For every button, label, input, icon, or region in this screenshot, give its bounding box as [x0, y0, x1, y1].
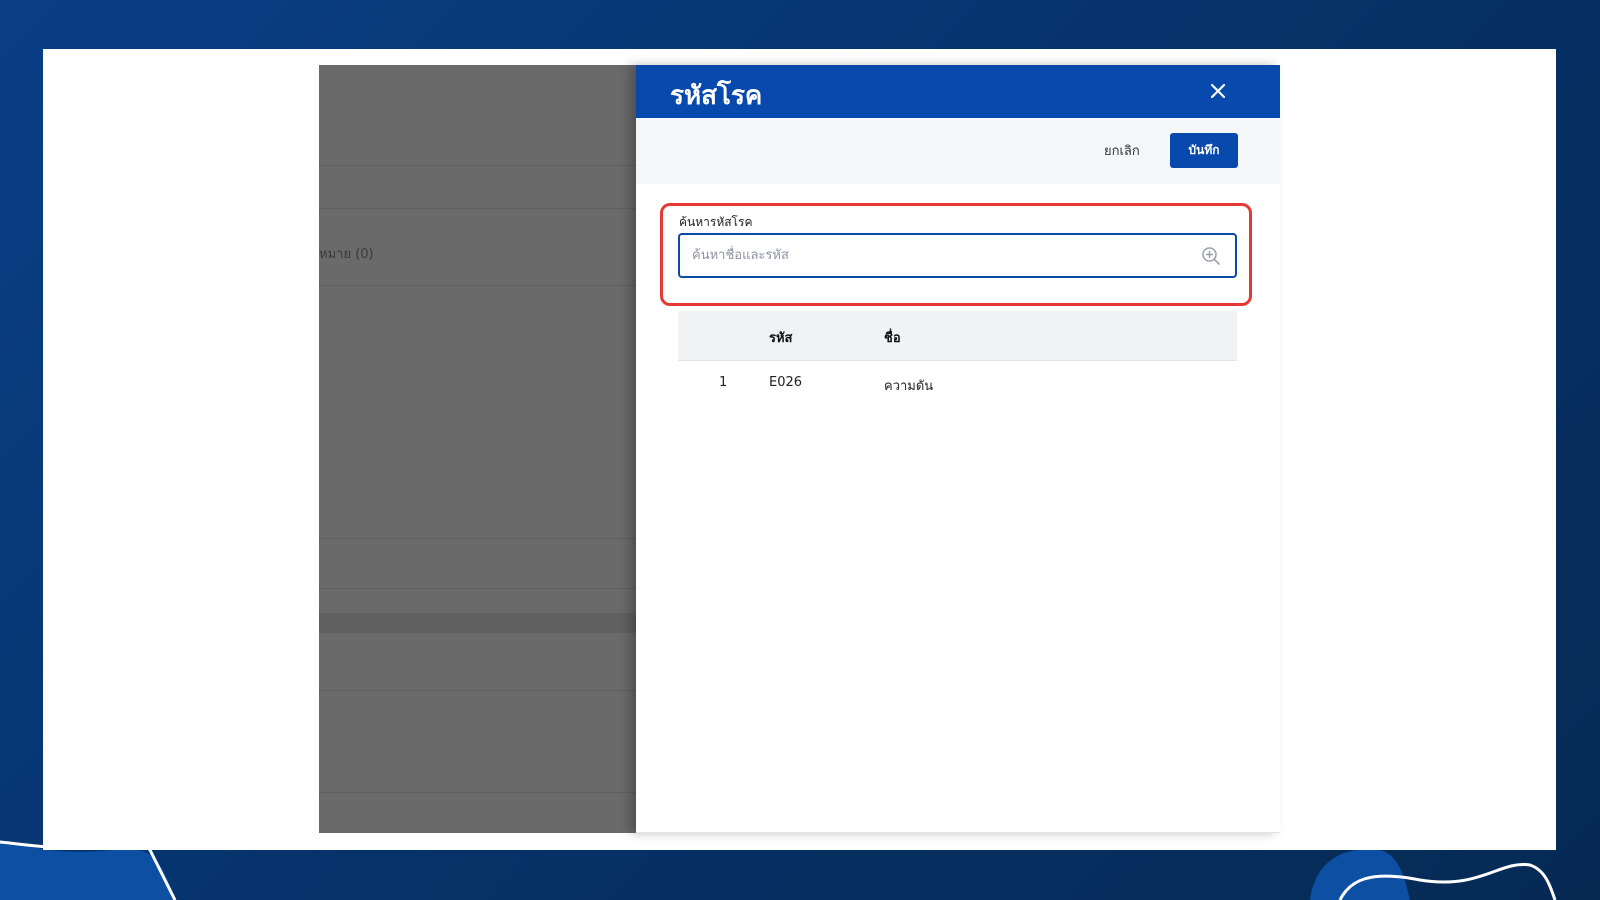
table-row[interactable]: 1 E026 ความดัน	[678, 361, 1237, 405]
search-input[interactable]	[692, 235, 1192, 276]
column-header-name: ชื่อ	[884, 331, 901, 346]
divider	[319, 690, 636, 691]
drawer-title: รหัสโรค	[670, 81, 763, 111]
divider	[636, 832, 1280, 833]
search-field[interactable]	[678, 233, 1237, 278]
disease-code-table: รหัส ชื่อ 1 E026 ความดัน	[678, 311, 1237, 405]
close-icon	[1210, 83, 1226, 99]
search-label: ค้นหารหัสโรค	[679, 215, 753, 229]
zoom-in-icon[interactable]	[1201, 246, 1221, 266]
divider	[319, 208, 636, 209]
drawer-header: รหัสโรค	[636, 65, 1280, 118]
row-code: E026	[769, 375, 803, 390]
divider	[319, 538, 636, 539]
save-button[interactable]: บันทึก	[1170, 133, 1238, 168]
divider	[319, 792, 636, 793]
row-name: ความดัน	[884, 379, 934, 394]
table-header: รหัส ชื่อ	[678, 311, 1237, 361]
divider	[319, 285, 636, 286]
row-number: 1	[719, 375, 728, 390]
background-band	[319, 613, 636, 633]
background-tab-label: หมาย (0)	[319, 247, 374, 262]
background-app-overlay: หมาย (0)	[319, 65, 636, 833]
disease-code-drawer: รหัสโรค ยกเลิก บันทึก ค้นหารหัสโรค รหัส …	[636, 65, 1280, 833]
divider	[319, 588, 636, 589]
divider	[319, 165, 636, 166]
close-button[interactable]	[1204, 77, 1232, 105]
drawer-toolbar: ยกเลิก บันทึก	[636, 118, 1280, 184]
cancel-button[interactable]: ยกเลิก	[1104, 140, 1140, 161]
column-header-code: รหัส	[769, 331, 793, 346]
